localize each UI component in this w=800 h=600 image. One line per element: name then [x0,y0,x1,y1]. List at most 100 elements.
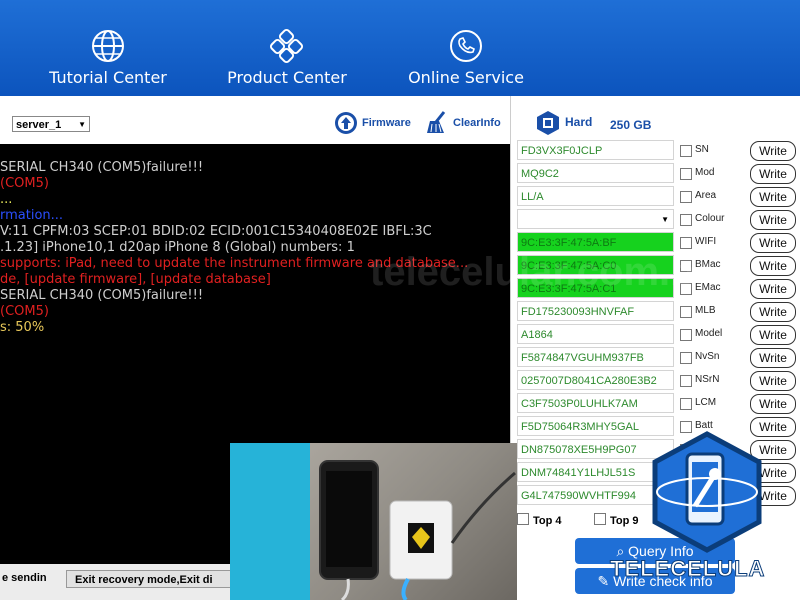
field-value: DN875078XE5H9PG07 [521,444,637,456]
field-row: MQ9C2 Mod Write [517,163,800,185]
hard-info: Hard [535,110,592,136]
broom-icon [427,111,446,133]
field-value: C3F7503P0LUHLK7AM [521,398,638,410]
field-label: Area [695,190,717,201]
field-checkbox[interactable] [680,306,692,318]
nav-label: Product Center [227,68,347,87]
device-photo [230,443,516,600]
hard-label: Hard [565,115,593,130]
value-field[interactable]: FD3VX3F0JCLP [517,140,674,160]
top4-checkbox[interactable] [517,513,529,525]
nav-online-service[interactable]: Online Service [376,28,556,87]
console-line: rmation... [0,208,64,223]
field-checkbox[interactable] [680,352,692,364]
value-field[interactable]: MQ9C2 [517,163,674,183]
value-field[interactable]: C3F7503P0LUHLK7AM [517,393,674,413]
field-value: FD175230093HNVFAF [521,306,635,318]
field-value: 9C:E3:3F:47:5A:BF [521,237,617,249]
video-overlay [230,443,517,600]
field-value: A1864 [521,329,553,341]
send-label: e sendin [2,572,47,584]
field-label: NvSn [695,351,720,362]
write-button[interactable]: Write [750,187,796,207]
field-label: SN [695,144,709,155]
field-label: MLB [695,305,716,316]
field-checkbox[interactable] [680,145,692,157]
field-row: F5874847VGUHM937FB NvSn Write [517,347,800,369]
value-field[interactable]: F5874847VGUHM937FB [517,347,674,367]
write-button[interactable]: Write [750,325,796,345]
field-value: F5D75064R3MHY5GAL [521,421,640,433]
toolbar: server_1 ▼ Firmware ClearInfo [0,96,510,144]
field-value: MQ9C2 [521,168,559,180]
write-button[interactable]: Write [750,164,796,184]
field-checkbox[interactable] [680,329,692,341]
firmware-button[interactable]: Firmware [333,110,411,136]
nav-label: Online Service [408,68,524,87]
write-button[interactable]: Write [750,233,796,253]
top9-checkbox[interactable] [594,513,606,525]
field-checkbox[interactable] [680,375,692,387]
field-label: NSrN [695,374,720,385]
console-line: (COM5) [0,176,49,191]
nav-product-center[interactable]: Product Center [197,28,377,87]
field-row: FD175230093HNVFAF MLB Write [517,301,800,323]
server-select-value: server_1 [16,119,62,131]
value-field[interactable]: 9C:E3:3F:47:5A:BF [517,232,674,252]
field-checkbox[interactable] [680,214,692,226]
field-row: 0257007D8041CA280E3B2 NSrN Write [517,370,800,392]
clearinfo-label: ClearInfo [453,116,501,129]
field-value: F5874847VGUHM937FB [521,352,644,364]
value-field[interactable]: LL/A [517,186,674,206]
field-value: 0257007D8041CA280E3B2 [521,375,657,387]
top4-label: Top 4 [533,515,562,527]
exit-recovery-button[interactable]: Exit recovery mode,Exit di [66,570,246,588]
chip-icon [537,111,559,135]
nav-tutorial-center[interactable]: Tutorial Center [18,28,198,87]
field-checkbox[interactable] [680,168,692,180]
write-button[interactable]: Write [750,348,796,368]
write-button[interactable]: Write [750,371,796,391]
value-field[interactable]: 0257007D8041CA280E3B2 [517,370,674,390]
field-value: DNM74841Y1LHJL51S [521,467,636,479]
nav-label: Tutorial Center [49,68,167,87]
top4-option[interactable]: Top 4 [517,512,562,527]
field-value: G4L747590WVHTF994 [521,490,636,502]
chevron-down-icon: ▼ [78,120,86,129]
write-button[interactable]: Write [750,210,796,230]
field-value: FD3VX3F0JCLP [521,145,603,157]
top9-label: Top 9 [610,515,639,527]
firmware-label: Firmware [362,116,411,129]
field-row: ▼ Colour Write [517,209,800,231]
field-label: Model [695,328,723,339]
server-select[interactable]: server_1 ▼ [12,116,90,132]
value-field[interactable]: A1864 [517,324,674,344]
field-label: Mod [695,167,715,178]
hard-size: 250 GB [610,118,652,132]
write-button[interactable]: Write [750,394,796,414]
write-button[interactable]: Write [750,256,796,276]
telecelula-logo [652,431,762,553]
field-value: LL/A [521,191,544,203]
field-label: LCM [695,397,717,408]
field-checkbox[interactable] [680,398,692,410]
field-label: Colour [695,213,725,224]
field-checkbox[interactable] [680,237,692,249]
console-line: ... [0,192,13,207]
top9-option[interactable]: Top 9 [594,512,639,527]
field-checkbox[interactable] [680,191,692,203]
clearinfo-button[interactable]: ClearInfo [424,110,501,136]
console-line: V:11 CPFM:03 SCEP:01 BDID:02 ECID:001C15… [0,224,432,239]
console-line: s: 50% [0,320,45,335]
field-row: LL/A Area Write [517,186,800,208]
top-navigation: Tutorial Center Product Center Online Se… [0,0,800,96]
watermark: telecelular.com.br [370,250,711,294]
write-button[interactable]: Write [750,141,796,161]
console-line: (COM5) [0,304,49,319]
colour-select[interactable]: ▼ [517,209,674,229]
write-button[interactable]: Write [750,279,796,299]
value-field[interactable]: FD175230093HNVFAF [517,301,674,321]
field-row: FD3VX3F0JCLP SN Write [517,140,800,162]
phone-icon [450,30,482,62]
write-button[interactable]: Write [750,302,796,322]
